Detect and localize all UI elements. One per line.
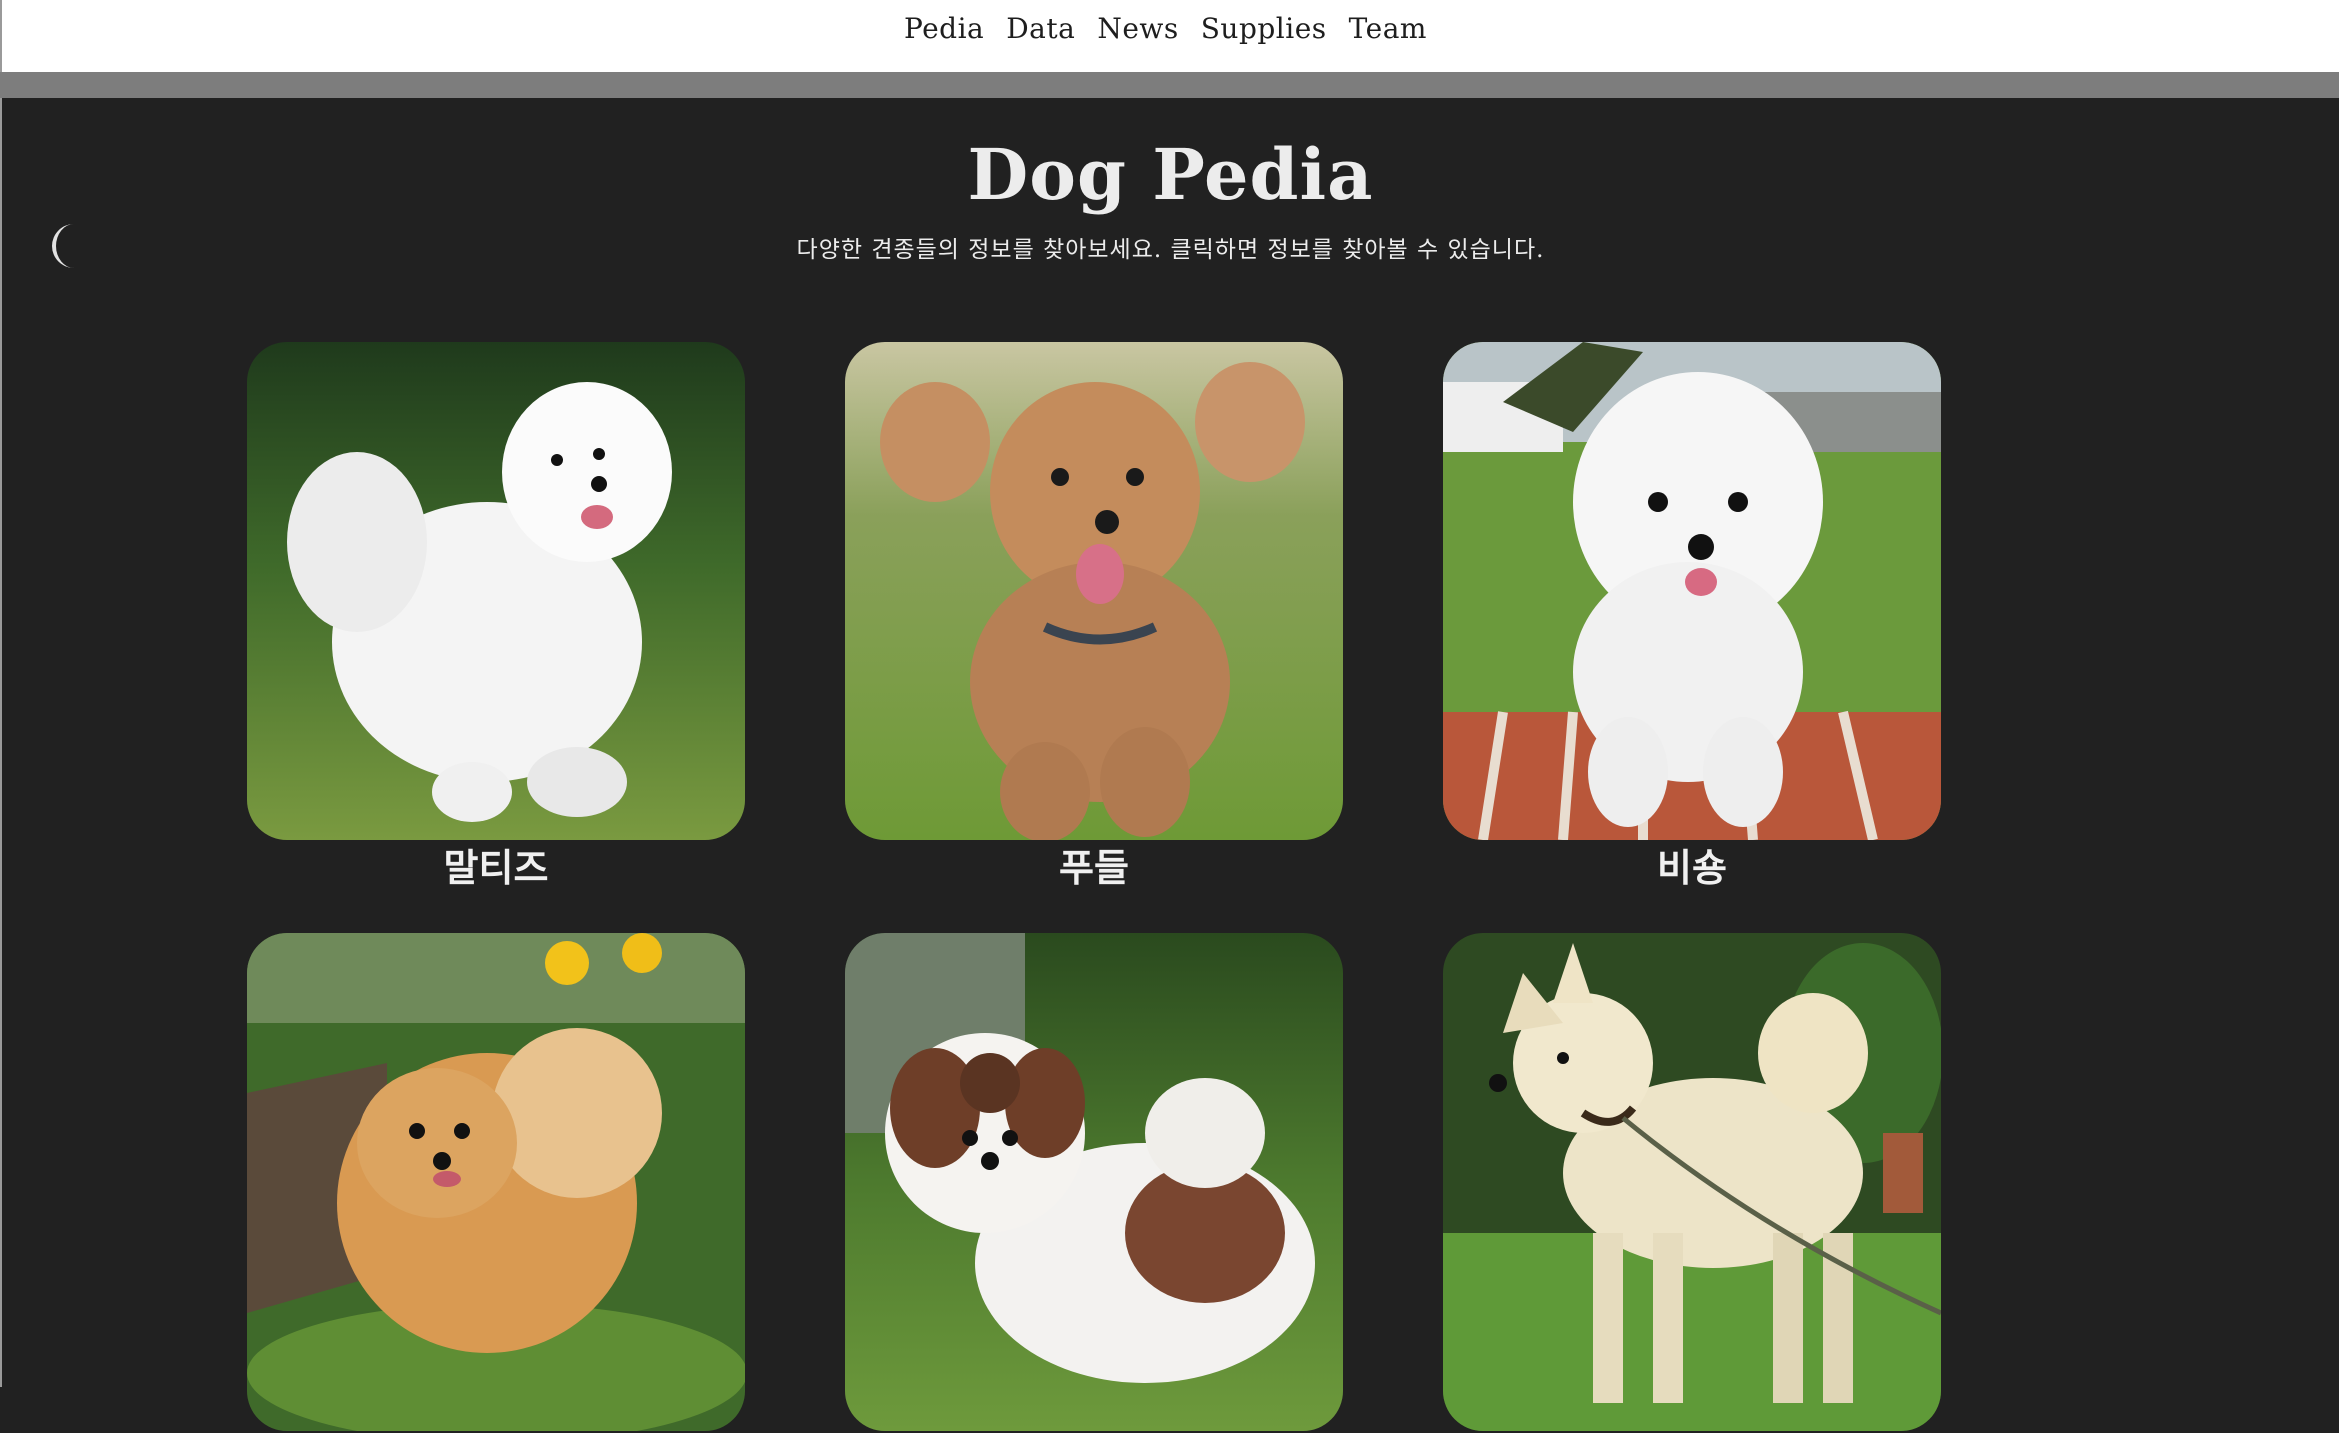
breed-photo <box>845 342 1343 840</box>
breed-photo <box>247 342 745 840</box>
breed-card-poodle[interactable]: 푸들 <box>845 342 1343 894</box>
nav-item-pedia[interactable]: Pedia <box>904 12 984 45</box>
header-divider <box>0 72 2339 98</box>
breed-card-bichon[interactable]: 비숑 <box>1443 342 1941 894</box>
nav-item-news[interactable]: News <box>1097 12 1178 45</box>
breed-photo <box>1443 342 1941 840</box>
breed-name: 푸들 <box>1059 846 1129 890</box>
breed-photo <box>845 933 1343 1431</box>
top-navigation-bar: Pedia Data News Supplies Team <box>0 0 2339 72</box>
breed-card-jindo[interactable] <box>1443 933 1941 1433</box>
nav-item-data[interactable]: Data <box>1006 12 1075 45</box>
nav-menu: Pedia Data News Supplies Team <box>2 12 2339 45</box>
page-title: Dog Pedia <box>967 133 1374 216</box>
nav-item-supplies[interactable]: Supplies <box>1201 12 1327 45</box>
page-subtitle: 다양한 견종들의 정보를 찾아보세요. 클릭하면 정보를 찾아볼 수 있습니다. <box>796 237 1545 263</box>
breed-card-shih-tzu[interactable] <box>845 933 1343 1433</box>
breed-photo <box>247 933 745 1431</box>
breed-card-pomeranian[interactable] <box>247 933 745 1433</box>
nav-item-team[interactable]: Team <box>1349 12 1427 45</box>
breed-name: 말티즈 <box>443 846 549 890</box>
main-content: Dog Pedia 다양한 견종들의 정보를 찾아보세요. 클릭하면 정보를 찾… <box>0 98 2339 1431</box>
breed-name: 비숑 <box>1657 846 1727 890</box>
breed-card-maltese[interactable]: 말티즈 <box>247 342 745 894</box>
breed-photo <box>1443 933 1941 1431</box>
